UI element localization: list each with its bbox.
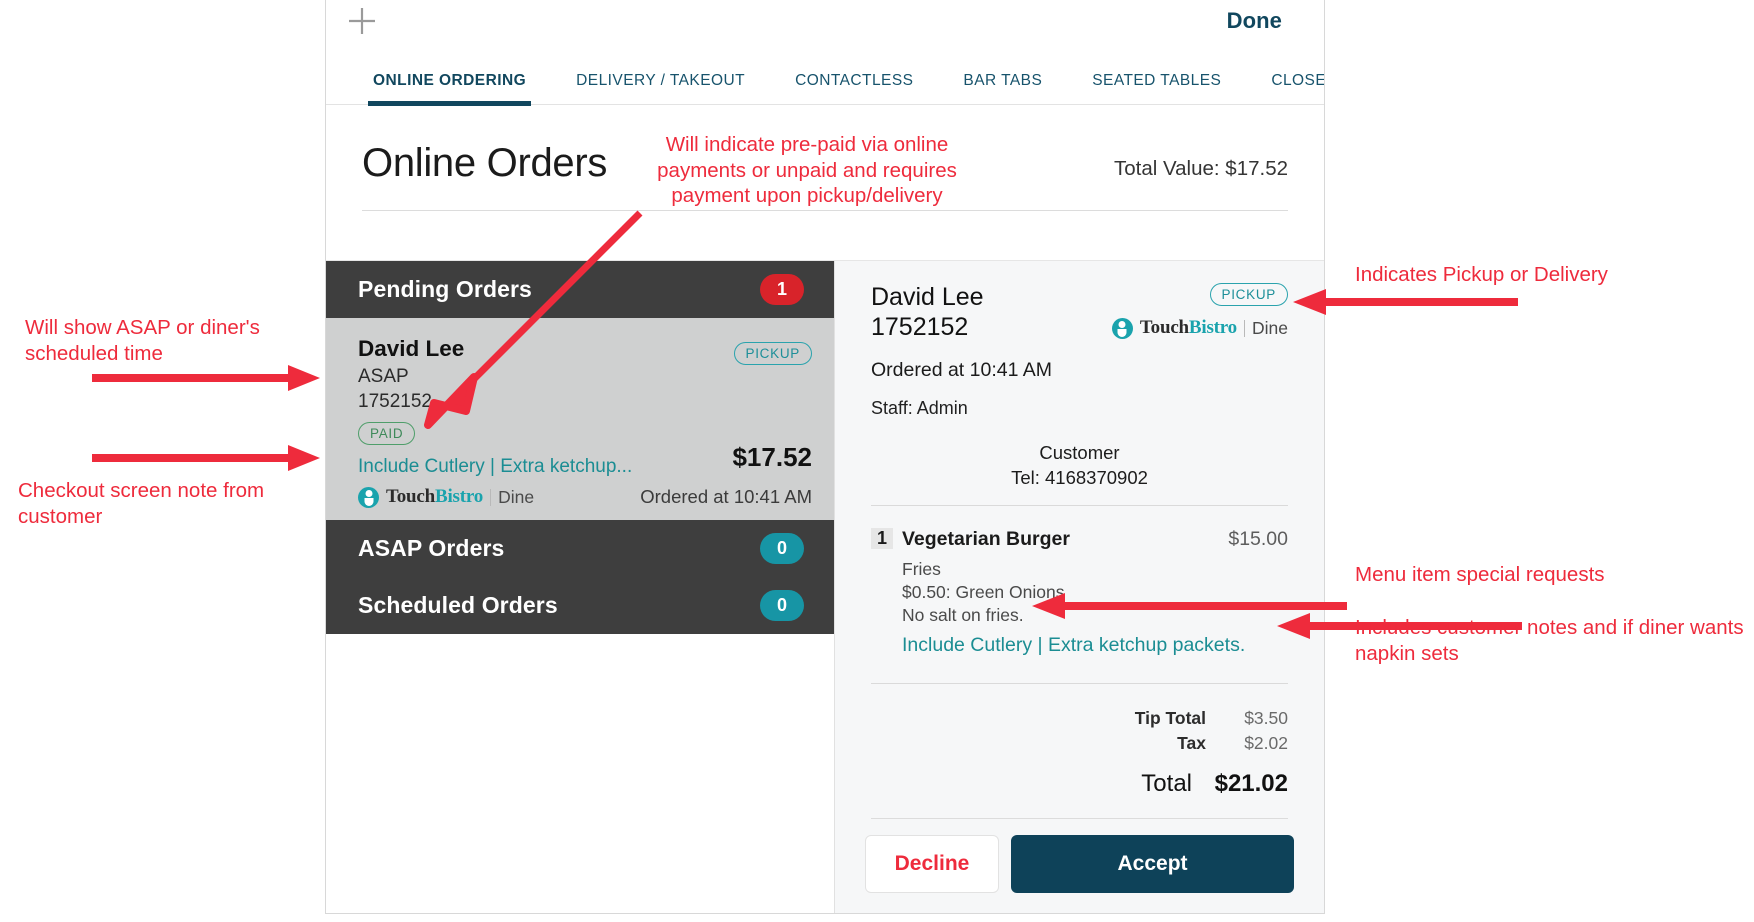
decline-button[interactable]: Decline [865,835,999,893]
tab-bar: ONLINE ORDERING DELIVERY / TAKEOUT CONTA… [326,52,1324,106]
annotation-pickup-delivery-note: Indicates Pickup or Delivery [1355,263,1608,286]
done-button[interactable]: Done [1227,8,1282,34]
tab-closed[interactable]: CLOSED [1246,52,1324,106]
order-card-pickup-badge: PICKUP [733,342,812,365]
detail-customer-block: Customer Tel: 4168370902 [871,441,1288,491]
total-value-label: Total Value: $17.52 [1114,157,1288,180]
tab-delivery-takeout[interactable]: DELIVERY / TAKEOUT [551,52,770,106]
annotation-paid-note: Will indicate pre-paid via online paymen… [657,133,957,208]
plus-icon[interactable] [345,4,379,38]
touchbistro-wordmark: TouchBistro [386,486,483,508]
order-item-row: 1 Vegetarian Burger $15.00 [871,527,1288,551]
annotation-asap-note: Will show ASAP or diner's scheduled time [25,316,260,365]
total-label: Tax [1177,733,1206,754]
group-header-scheduled[interactable]: Scheduled Orders 0 [326,577,834,634]
group-label: ASAP Orders [358,535,505,561]
brand-product-label: Dine [1252,317,1288,338]
detail-ordered-at: Ordered at 10:41 AM [871,359,1053,381]
touchbistro-logo: TouchBistro Dine [358,486,534,508]
touchbistro-mark-icon [1111,317,1133,339]
detail-totals: Tip Total $3.50 Tax $2.02 Total $21.02 [871,706,1288,803]
group-count-badge: 0 [760,533,804,564]
brand-product-label: Dine [498,486,535,507]
detail-touchbistro-logo: TouchBistro Dine [1111,317,1288,339]
screenshot-root: Done ONLINE ORDERING DELIVERY / TAKEOUT … [0,0,1754,922]
grand-total-value: $21.02 [1214,770,1288,798]
item-modifier: Fries [902,558,941,579]
paid-badge: PAID [358,422,416,445]
item-name: Vegetarian Burger [902,527,1070,550]
item-quantity: 1 [871,527,893,549]
order-card-ordered-at: Ordered at 10:41 AM [640,486,812,507]
item-price: $15.00 [1228,527,1288,550]
group-count-badge: 1 [760,274,804,305]
detail-header: David Lee 1752152 Ordered at 10:41 AM St… [871,261,1288,419]
brand-prefix: Touch [386,486,435,507]
tab-bar-tabs[interactable]: BAR TABS [938,52,1067,106]
touchbistro-mark-icon [358,486,379,508]
brand-prefix: Touch [1139,317,1189,338]
total-row-tax: Tax $2.02 [871,731,1288,756]
page-title: Online Orders [362,141,608,185]
accept-button[interactable]: Accept [1011,835,1294,893]
order-card-price: $17.52 [732,442,812,472]
brand-suffix: Bistro [1188,317,1237,338]
group-count-badge: 0 [760,590,804,621]
total-value: $3.50 [1244,707,1288,728]
top-bar: Done [326,0,1324,52]
order-card-footer: TouchBistro Dine Ordered at 10:41 AM [358,486,812,508]
detail-divider-3 [871,818,1288,819]
item-customer-note: Include Cutlery | Extra ketchup packets. [902,633,1246,656]
annotation-arrow-asap [92,365,320,391]
total-value: $2.02 [1244,733,1288,754]
annotation-special-requests-note: Menu item special requests [1355,563,1605,586]
total-label: Tip Total [1134,707,1206,728]
order-detail-panel: David Lee 1752152 Ordered at 10:41 AM St… [834,261,1324,913]
brand-suffix: Bistro [435,486,484,507]
logo-divider [1244,319,1245,337]
total-row-grand: Total $21.02 [871,767,1288,802]
detail-staff: Staff: Admin [871,398,968,418]
annotation-arrow-checkout [92,445,320,471]
touchbistro-wordmark: TouchBistro [1140,317,1237,339]
tab-online-ordering[interactable]: ONLINE ORDERING [348,52,551,106]
grand-total-label: Total [1141,770,1192,798]
group-label: Scheduled Orders [358,592,558,618]
detail-pickup-badge: PICKUP [1209,283,1288,306]
group-header-asap[interactable]: ASAP Orders 0 [326,520,834,577]
tab-contactless[interactable]: CONTACTLESS [770,52,938,106]
total-row-tip: Tip Total $3.50 [871,706,1288,731]
detail-divider-1 [871,504,1288,506]
detail-divider-2 [871,682,1288,684]
annotation-napkin-note: Includes customer notes and if diner wan… [1355,616,1744,665]
annotation-checkout-note: Checkout screen note from customer [18,479,265,528]
tab-seated-tables[interactable]: SEATED TABLES [1067,52,1246,106]
logo-divider [490,488,492,506]
customer-phone: Tel: 4168370902 [1011,466,1148,488]
customer-label: Customer [1039,442,1120,463]
annotation-arrow-pickup [1293,289,1518,315]
detail-actions: Decline Accept [865,835,1294,893]
annotation-arrow-paid [424,210,643,429]
